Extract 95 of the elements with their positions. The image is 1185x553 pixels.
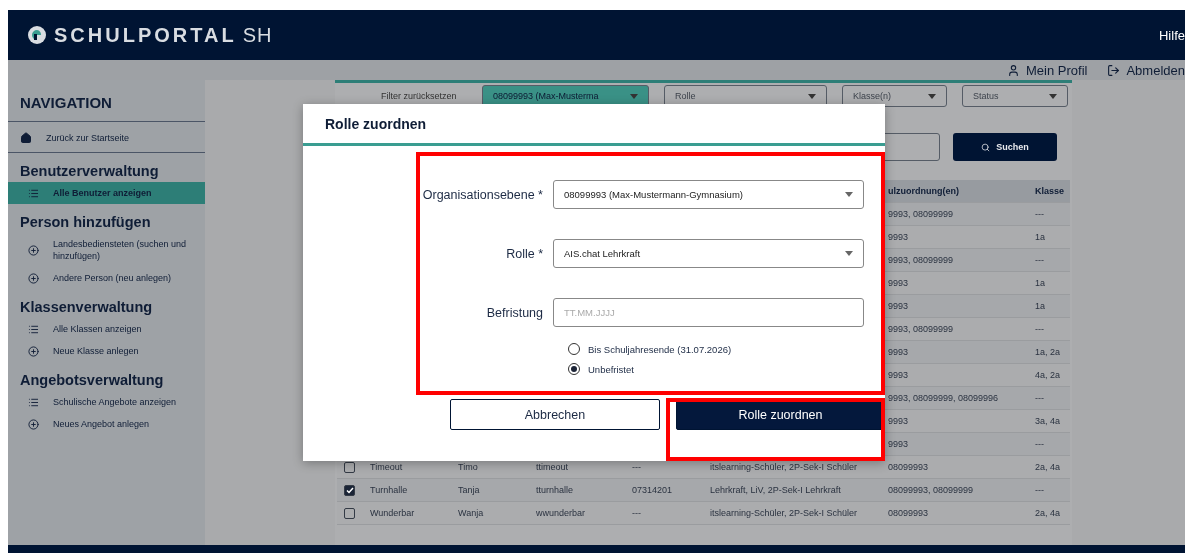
brand-name: SCHULPORTAL SH xyxy=(54,23,273,47)
column-header: ulzuordnung(en) xyxy=(887,186,960,196)
select-field[interactable]: AIS.chat Lehrkraft xyxy=(553,239,864,268)
table-cell-text: Wanja xyxy=(457,508,485,518)
table-cell-text: 4a, 2a xyxy=(1034,370,1062,380)
caret-icon xyxy=(1049,93,1057,99)
section-title: Benutzerverwaltung xyxy=(19,162,160,181)
reset-filter-link[interactable]: Filter zurücksetzen xyxy=(381,91,467,101)
table-cell-text: --- xyxy=(1034,324,1045,334)
section-title: Klassenverwaltung xyxy=(19,298,154,317)
search-icon xyxy=(981,142,991,152)
table-cell-text: 1a, 2a xyxy=(1034,347,1062,357)
field-label: Befristung xyxy=(485,305,544,320)
table-cell-text: 1a xyxy=(1034,301,1046,311)
table-cell-text: 9993 xyxy=(887,278,910,288)
table-cell-text: 2a, 4a xyxy=(1034,462,1062,472)
table-cell-text: 1a xyxy=(1034,232,1046,242)
table-cell-text: 3a, 4a xyxy=(1034,416,1062,426)
table-cell-text: 9993 xyxy=(887,347,910,357)
filter-select[interactable]: Status xyxy=(962,85,1068,107)
logout-link[interactable]: Abmelden xyxy=(1107,62,1185,78)
field-label: Organisationsebene * xyxy=(421,187,544,202)
field-label: Rolle * xyxy=(505,246,544,261)
search-button[interactable]: Suchen xyxy=(953,133,1057,161)
row-checkbox[interactable] xyxy=(344,507,355,519)
table-cell-text: 08099993 xyxy=(887,508,930,518)
profile-link[interactable]: Mein Profil xyxy=(1007,62,1088,78)
table-cell-text: 9993, 08099999 xyxy=(887,255,955,265)
home-icon xyxy=(20,132,32,144)
nav-item[interactable]: Alle Benutzer anzeigen xyxy=(8,182,205,204)
table-cell-text: 9993 xyxy=(887,370,910,380)
plus-circle-icon xyxy=(28,272,39,284)
plus-circle-icon xyxy=(28,244,39,256)
logo-icon xyxy=(28,26,46,44)
filter-select[interactable]: 08099993 (Max-Musterma xyxy=(482,85,649,107)
table-cell-text: itslearning-Schüler, 2P-Sek-I Schüler xyxy=(709,462,859,472)
table-cell-text: --- xyxy=(1034,255,1045,265)
table-cell-text: 1a xyxy=(1034,278,1046,288)
radio-label: Unbefristet xyxy=(588,363,634,375)
caret-icon xyxy=(845,251,853,256)
table-cell-text: 9993, 08099999 xyxy=(887,324,955,334)
nav-item[interactable]: Neues Angebot anlegen xyxy=(8,413,205,435)
table-cell-text: --- xyxy=(1034,209,1045,219)
nav-item[interactable]: Neue Klasse anlegen xyxy=(8,340,205,362)
nav-item[interactable]: Landesbediensteten (suchen und hinzufügen) xyxy=(8,233,205,267)
table-cell-text: 9993 xyxy=(887,301,910,311)
section-title: Person hinzufügen xyxy=(19,213,152,232)
table-cell-text: Turnhalle xyxy=(369,485,409,495)
section-title: Angebotsverwaltung xyxy=(19,371,165,390)
table-cell-text: Timo xyxy=(457,462,479,472)
caret-icon xyxy=(845,192,853,197)
user-icon xyxy=(1007,63,1021,77)
table-cell-text: --- xyxy=(631,508,642,518)
caret-icon xyxy=(808,93,816,99)
caret-icon xyxy=(630,93,638,99)
nav-item[interactable]: Andere Person (neu anlegen) xyxy=(8,267,205,289)
table-cell-text: 2a, 4a xyxy=(1034,508,1062,518)
cancel-button[interactable]: Abbrechen xyxy=(450,399,660,430)
dialog-title: Rolle zuordnen xyxy=(303,104,885,146)
table-cell-text: 9993 xyxy=(887,232,910,242)
table-cell-text: itslearning-Schüler, 2P-Sek-I Schüler xyxy=(709,508,859,518)
list-icon xyxy=(28,187,39,199)
list-icon xyxy=(28,396,39,408)
table-cell-text: 9993, 08099999 xyxy=(887,209,955,219)
table-cell-text: --- xyxy=(1034,439,1045,449)
select-field[interactable]: 08099993 (Max-Mustermann-Gymnasium) xyxy=(553,180,864,209)
list-icon xyxy=(28,323,39,335)
table-cell-text: Tanja xyxy=(457,485,481,495)
home-link[interactable]: Zurück zur Startseite xyxy=(8,122,205,153)
plus-circle-icon xyxy=(28,345,39,357)
table-cell-text: 9993 xyxy=(887,416,910,426)
table-cell-text: ttimeout xyxy=(535,462,569,472)
table-cell-text: --- xyxy=(1034,485,1045,495)
table-cell-text: 07314201 xyxy=(631,485,674,495)
radio-label: Bis Schuljahresende (31.07.2026) xyxy=(588,343,732,355)
column-header: Klasse xyxy=(1034,186,1066,196)
table-cell-text: Timeout xyxy=(369,462,404,472)
nav-item[interactable]: Schulische Angebote anzeigen xyxy=(8,391,205,413)
navigation-title: NAVIGATION xyxy=(8,84,205,122)
table-cell-text: wwunderbar xyxy=(535,508,587,518)
help-link[interactable]: Hilfe xyxy=(1159,27,1185,43)
nav-item[interactable]: Alle Klassen anzeigen xyxy=(8,318,205,340)
plus-circle-icon xyxy=(28,418,39,430)
table-cell-text: Wunderbar xyxy=(369,508,416,518)
table-cell-text: --- xyxy=(1034,393,1045,403)
logout-icon xyxy=(1107,63,1121,77)
table-cell-text: 9993, 08099999, 08099996 xyxy=(887,393,1000,403)
table-cell-text: --- xyxy=(631,462,642,472)
table-cell-text: 9993 xyxy=(887,439,910,449)
table-cell-text: 08099993, 08099999 xyxy=(887,485,975,495)
table-cell-text: Lehrkraft, LiV, 2P-Sek-I Lehrkraft xyxy=(709,485,842,495)
row-checkbox[interactable] xyxy=(344,484,355,496)
table-cell-text: 08099993 xyxy=(887,462,930,472)
table-cell-text: tturnhalle xyxy=(535,485,575,495)
caret-icon xyxy=(928,93,936,99)
